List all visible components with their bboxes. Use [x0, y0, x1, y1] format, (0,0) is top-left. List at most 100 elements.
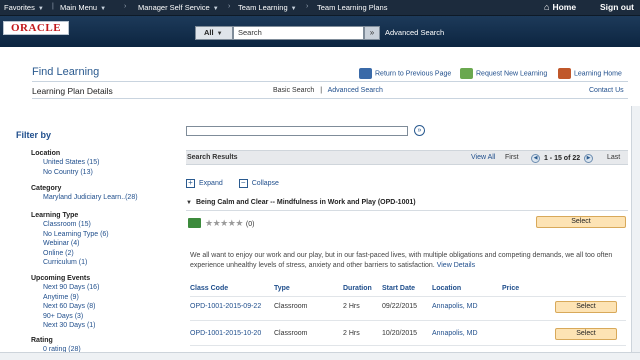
search-mode-links: Basic Search | Advanced Search: [273, 87, 383, 94]
chevron-down-icon: ▼: [100, 6, 107, 12]
column-header-start-date: Start Date: [382, 285, 416, 292]
home-link[interactable]: ⌂ Home: [544, 2, 576, 12]
filter-option[interactable]: Classroom (15): [43, 220, 109, 230]
keyword-search-go-button[interactable]: »: [414, 125, 425, 136]
filter-option[interactable]: Next 90 Days (16): [43, 283, 99, 293]
breadcrumb-separator-icon: ›: [228, 3, 231, 10]
horizontal-scrollbar[interactable]: [0, 352, 640, 360]
class-location-link[interactable]: Annapolis, MD: [432, 330, 478, 337]
sign-out-link[interactable]: Sign out: [600, 2, 634, 12]
view-details-link[interactable]: View Details: [437, 262, 475, 269]
basic-search-link[interactable]: Basic Search: [273, 87, 314, 94]
contact-us-link[interactable]: Contact Us: [589, 87, 624, 94]
chevron-down-icon: ▼: [290, 6, 297, 12]
expand-label: Expand: [199, 180, 223, 188]
global-search-input[interactable]: Search: [233, 26, 364, 40]
select-class-button[interactable]: Select: [555, 328, 617, 340]
class-start-date: 10/20/2015: [382, 330, 418, 337]
divider: [190, 296, 626, 297]
divider: [190, 320, 626, 321]
filter-option[interactable]: Next 30 Days (1): [43, 321, 99, 331]
learning-home-link[interactable]: Learning Home: [558, 68, 622, 79]
oracle-logo: ORACLE: [3, 21, 69, 35]
description-text: We all want to enjoy our work and our pl…: [190, 252, 613, 269]
expand-button[interactable]: + Expand: [186, 179, 223, 188]
keyword-search-input[interactable]: [186, 126, 408, 136]
house-icon: [558, 68, 571, 79]
main-menu-label: Main Menu: [60, 3, 98, 12]
search-scope-select[interactable]: All ▼: [195, 26, 233, 40]
class-location-link[interactable]: Annapolis, MD: [432, 303, 478, 310]
return-label: Return to Previous Page: [375, 70, 452, 78]
learning-home-label: Learning Home: [574, 70, 622, 78]
request-new-learning-link[interactable]: Request New Learning: [460, 68, 547, 79]
filter-option[interactable]: No Learning Type (6): [43, 230, 109, 240]
first-link[interactable]: First: [505, 154, 519, 161]
class-duration: 2 Hrs: [343, 330, 360, 337]
collapse-button[interactable]: − Collapse: [238, 179, 279, 188]
top-navigation-bar: Favorites ▼ | Main Menu ▼ › Manager Self S…: [0, 0, 640, 16]
collapse-label: Collapse: [251, 180, 279, 188]
filter-option[interactable]: Online (2): [43, 249, 109, 259]
favorites-label: Favorites: [4, 3, 35, 12]
chevron-down-icon: ▼: [216, 31, 223, 37]
filter-option[interactable]: No Country (13): [43, 168, 99, 178]
page-title: Find Learning: [32, 66, 100, 78]
favorites-menu[interactable]: Favorites ▼: [4, 3, 44, 12]
search-results-title: Search Results: [187, 154, 238, 161]
filter-group-category: Category Maryland Judiciary Learn..(28): [31, 185, 138, 203]
global-advanced-search-link[interactable]: Advanced Search: [385, 28, 444, 37]
home-label: Home: [552, 2, 577, 12]
double-chevron-right-icon: »: [417, 127, 422, 134]
filter-option[interactable]: United States (15): [43, 158, 99, 168]
next-page-icon[interactable]: ▶: [584, 154, 594, 163]
breadcrumb-manager-self-service[interactable]: Manager Self Service ▼: [138, 3, 219, 12]
return-to-previous-page-link[interactable]: Return to Previous Page: [359, 68, 451, 79]
filter-option[interactable]: Curriculum (1): [43, 258, 109, 268]
double-chevron-right-icon: »: [369, 28, 375, 37]
breadcrumb-team-learning-plans[interactable]: Team Learning Plans: [317, 3, 387, 12]
column-header-type: Type: [274, 285, 290, 292]
star-rating: ★★★★★ (0): [205, 218, 254, 229]
page-subtitle: Learning Plan Details: [32, 86, 113, 96]
home-icon: ⌂: [544, 2, 550, 12]
previous-page-icon[interactable]: ◀: [531, 154, 540, 163]
filter-group-heading: Learning Type: [31, 212, 79, 219]
pager: ◀ 1 - 15 of 22 ▶: [531, 154, 594, 163]
star-icon: ★: [205, 218, 213, 228]
column-header-duration: Duration: [343, 285, 372, 292]
chevron-down-icon: ▼: [212, 6, 219, 12]
class-code-link[interactable]: OPD-1001-2015-09-22: [190, 303, 261, 310]
class-code-link[interactable]: OPD-1001-2015-10-20: [190, 330, 261, 337]
filter-group-heading: Location: [31, 150, 61, 157]
caret-down-icon: ▼: [186, 200, 192, 206]
column-header-price: Price: [502, 285, 520, 292]
filter-option[interactable]: Maryland Judiciary Learn..(28): [43, 193, 138, 203]
class-type: Classroom: [274, 330, 308, 337]
filter-group-learning-type: Learning Type Classroom (15) No Learning…: [31, 212, 109, 268]
breadcrumb-separator-icon: ›: [124, 3, 127, 10]
select-course-button[interactable]: Select: [536, 216, 626, 228]
course-description: We all want to enjoy our work and our pl…: [190, 251, 626, 270]
course-heading[interactable]: ▼ Being Calm and Clear -- Mindfulness in …: [186, 199, 416, 206]
filter-option[interactable]: Webinar (4): [43, 239, 109, 249]
advanced-search-link[interactable]: Advanced Search: [328, 87, 383, 94]
expand-collapse-controls: + Expand − Collapse: [186, 179, 279, 188]
filter-option[interactable]: Next 60 Days (8): [43, 302, 99, 312]
select-class-button[interactable]: Select: [555, 301, 617, 313]
breadcrumb-separator-icon: ›: [306, 3, 309, 10]
minus-icon: −: [238, 179, 248, 188]
last-link[interactable]: Last: [607, 154, 620, 161]
filter-by-heading: Filter by: [16, 130, 52, 140]
request-label: Request New Learning: [476, 70, 548, 78]
filter-group-location: Location United States (15) No Country (…: [31, 150, 99, 177]
breadcrumb-team-learning[interactable]: Team Learning ▼: [238, 3, 297, 12]
rating-count: (0): [245, 221, 255, 228]
search-go-button[interactable]: »: [364, 26, 380, 40]
vertical-scrollbar[interactable]: [631, 106, 640, 354]
filter-option[interactable]: 90+ Days (3): [43, 312, 99, 322]
course-title: Being Calm and Clear -- Mindfulness in W…: [195, 199, 416, 206]
view-all-link[interactable]: View All: [471, 154, 495, 161]
filter-option[interactable]: Anytime (9): [43, 293, 99, 303]
main-menu[interactable]: Main Menu ▼: [60, 3, 106, 12]
